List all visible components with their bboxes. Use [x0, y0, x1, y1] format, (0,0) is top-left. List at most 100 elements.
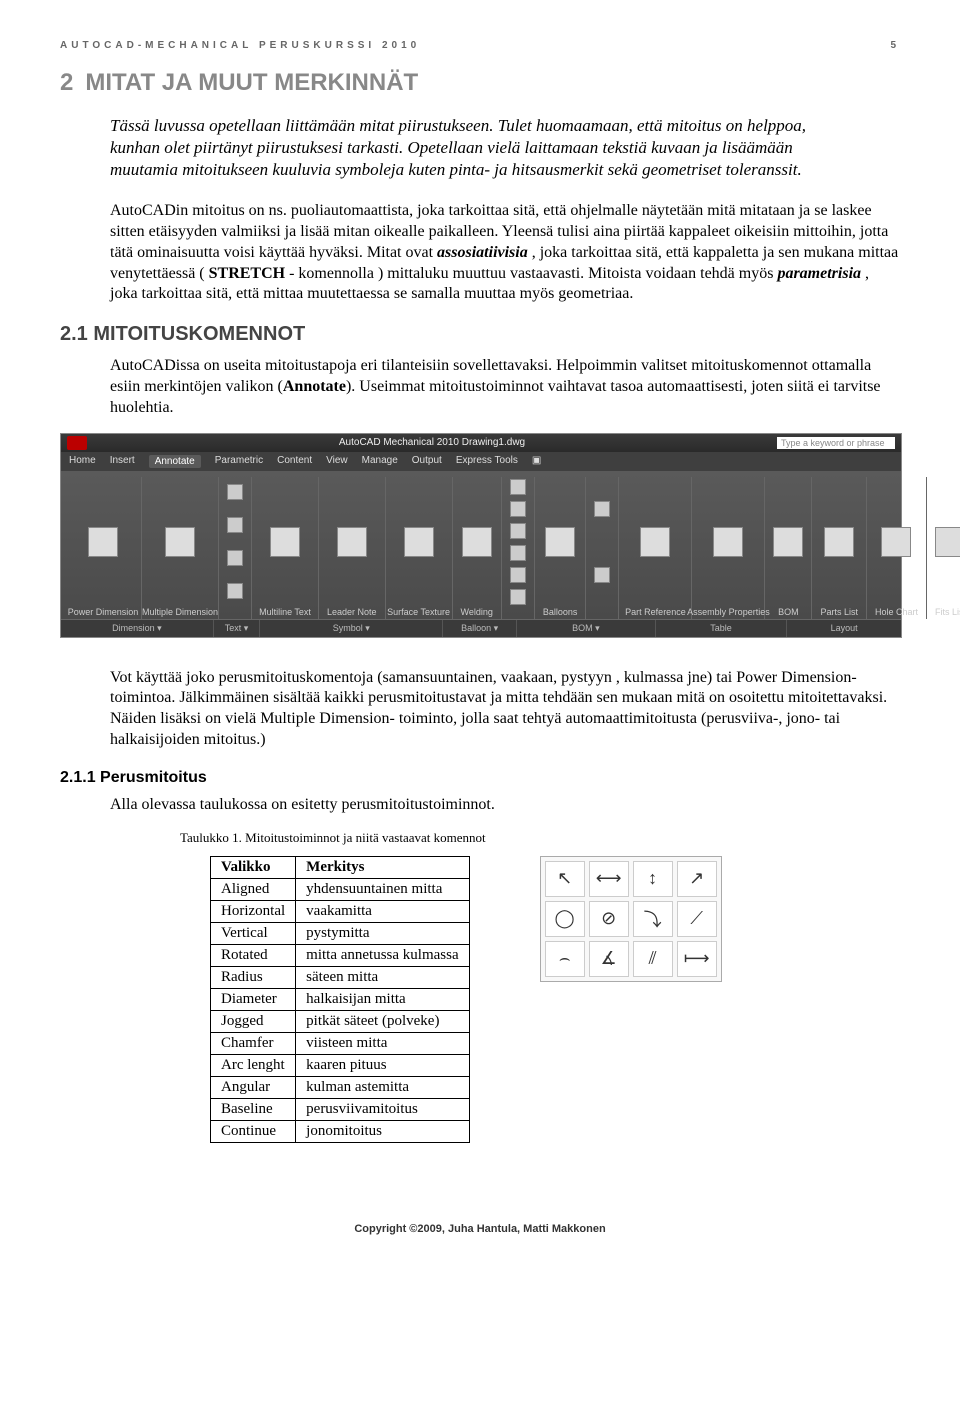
table-row: Arc lenghtkaaren pituus	[211, 1054, 470, 1076]
dim-icon-4	[227, 583, 243, 599]
sym-icon-3	[510, 523, 526, 539]
panel-leader-note[interactable]: Leader Note	[319, 477, 386, 619]
section-2-1-body-2: Vot käyttää joko perusmitoituskomentoja …	[110, 668, 900, 751]
horizontal-icon[interactable]: ⟷	[589, 861, 629, 897]
table-row: Rotatedmitta annetussa kulmassa	[211, 944, 470, 966]
page-footer: Copyright ©2009, Juha Hantula, Matti Mak…	[60, 1223, 900, 1235]
bom-icon	[773, 527, 803, 557]
ribbon-titlebar: AutoCAD Mechanical 2010 Drawing1.dwg Typ…	[61, 434, 901, 452]
panel-footer-balloon[interactable]: Balloon ▾	[443, 620, 517, 637]
tab-overflow-icon[interactable]: ▣	[532, 455, 541, 468]
panel-welding[interactable]: Welding	[453, 477, 502, 619]
baseline-icon[interactable]: ⫽	[633, 941, 673, 977]
jogged-icon[interactable]: ⤵	[633, 901, 673, 937]
dim-icon-2	[227, 517, 243, 533]
panel-footer-dimension[interactable]: Dimension ▾	[61, 620, 214, 637]
tab-manage[interactable]: Manage	[362, 455, 398, 468]
multiline-text-icon	[270, 527, 300, 557]
table-row: Joggedpitkät säteet (polveke)	[211, 1010, 470, 1032]
dimension-commands-table: Valikko Merkitys Alignedyhdensuuntainen …	[210, 856, 470, 1143]
panel-balloon-small[interactable]	[586, 477, 619, 619]
panel-footer-symbol[interactable]: Symbol ▾	[260, 620, 443, 637]
leader-note-icon	[337, 527, 367, 557]
sym-icon-4	[510, 545, 526, 561]
panel-assembly-properties[interactable]: Assembly Properties	[692, 477, 765, 619]
arc-length-icon[interactable]: ⌢	[545, 941, 585, 977]
sym-icon-2	[510, 501, 526, 517]
assembly-properties-icon	[713, 527, 743, 557]
section-2-1-body-1: AutoCADissa on useita mitoitustapoja eri…	[110, 356, 900, 418]
panel-part-reference[interactable]: Part Reference	[619, 477, 692, 619]
sym-icon-1	[510, 479, 526, 495]
table-caption: Taulukko 1. Mitoitustoiminnot ja niitä v…	[180, 830, 900, 846]
diameter-icon[interactable]: ⊘	[589, 901, 629, 937]
panel-symbol-small[interactable]	[502, 477, 535, 619]
parts-list-icon	[824, 527, 854, 557]
chamfer-icon[interactable]: ⟋	[677, 901, 717, 937]
power-dimension-icon	[88, 527, 118, 557]
table-header-row: Valikko Merkitys	[211, 856, 470, 878]
panel-footer-text[interactable]: Text ▾	[214, 620, 260, 637]
tab-insert[interactable]: Insert	[110, 455, 135, 468]
tab-output[interactable]: Output	[412, 455, 442, 468]
panel-footer-layout[interactable]: Layout	[787, 620, 901, 637]
panel-fits-list[interactable]: Fits List	[927, 477, 960, 619]
panel-parts-list[interactable]: Parts List	[812, 477, 867, 619]
angular-icon[interactable]: ∡	[589, 941, 629, 977]
tab-content[interactable]: Content	[277, 455, 312, 468]
page-header: AUTOCAD-MECHANICAL PERUSKURSSI 2010 5	[60, 40, 900, 51]
multiple-dimension-icon	[165, 527, 195, 557]
tab-parametric[interactable]: Parametric	[215, 455, 263, 468]
aligned-icon[interactable]: ↖	[545, 861, 585, 897]
header-title: AUTOCAD-MECHANICAL PERUSKURSSI 2010	[60, 40, 420, 51]
balloon-icon-1	[594, 501, 610, 517]
panel-multiple-dimension[interactable]: Multiple Dimension	[142, 477, 219, 619]
search-input[interactable]: Type a keyword or phrase	[777, 437, 895, 449]
tab-express-tools[interactable]: Express Tools	[456, 455, 518, 468]
table-row: Horizontalvaakamitta	[211, 900, 470, 922]
table-row: Radiussäteen mitta	[211, 966, 470, 988]
table-row: Alignedyhdensuuntainen mitta	[211, 878, 470, 900]
ribbon-tabs: Home Insert Annotate Parametric Content …	[61, 452, 901, 471]
table-row: Baselineperusviivamitoitus	[211, 1098, 470, 1120]
table-row: Angularkulman astemitta	[211, 1076, 470, 1098]
tab-annotate[interactable]: Annotate	[149, 455, 201, 468]
rotated-icon[interactable]: ↗	[677, 861, 717, 897]
panel-power-dimension[interactable]: Power Dimension	[65, 477, 142, 619]
table-row: Chamferviisteen mitta	[211, 1032, 470, 1054]
hole-chart-icon	[881, 527, 911, 557]
panel-balloons[interactable]: Balloons	[535, 477, 587, 619]
part-reference-icon	[640, 527, 670, 557]
section-2-1-1-heading: 2.1.1 Perusmitoitus	[60, 769, 900, 787]
ribbon-screenshot: AutoCAD Mechanical 2010 Drawing1.dwg Typ…	[60, 433, 902, 638]
dimension-toolbar-icons: ↖ ⟷ ↕ ↗ ◯ ⊘ ⤵ ⟋ ⌢ ∡ ⫽ ⟼	[540, 856, 722, 982]
section-2-1-heading: 2.1 MITOITUSKOMENNOT	[60, 323, 900, 346]
panel-multiline-text[interactable]: Multiline Text	[252, 477, 319, 619]
balloons-icon	[545, 527, 575, 557]
section-2-heading: 2MITAT JA MUUT MERKINNÄT	[60, 69, 900, 97]
table-header-valikko: Valikko	[211, 856, 296, 878]
radius-icon[interactable]: ◯	[545, 901, 585, 937]
tab-view[interactable]: View	[326, 455, 348, 468]
app-menu-icon[interactable]	[67, 436, 87, 450]
panel-footer-table[interactable]: Table	[656, 620, 788, 637]
section-2-body: AutoCADin mitoitus on ns. puoliautomaatt…	[110, 201, 900, 305]
continue-icon[interactable]: ⟼	[677, 941, 717, 977]
ribbon-body: Power Dimension Multiple Dimension Multi…	[61, 471, 901, 619]
panel-footer-bom[interactable]: BOM ▾	[517, 620, 656, 637]
vertical-icon[interactable]: ↕	[633, 861, 673, 897]
panel-hole-chart[interactable]: Hole Chart	[867, 477, 927, 619]
tab-home[interactable]: Home	[69, 455, 96, 468]
section-2-1-1-body: Alla olevassa taulukossa on esitetty per…	[110, 795, 900, 816]
section-2-intro: Tässä luvussa opetellaan liittämään mita…	[110, 115, 850, 181]
panel-dimension-small[interactable]	[219, 477, 252, 619]
app-title: AutoCAD Mechanical 2010 Drawing1.dwg	[339, 437, 525, 448]
panel-bom[interactable]: BOM	[765, 477, 812, 619]
panel-surface-texture[interactable]: Surface Texture	[386, 477, 453, 619]
table-row: Verticalpystymitta	[211, 922, 470, 944]
dim-icon-3	[227, 550, 243, 566]
table-header-merkitys: Merkitys	[296, 856, 469, 878]
fits-list-icon	[935, 527, 960, 557]
table-row: Diameterhalkaisijan mitta	[211, 988, 470, 1010]
balloon-icon-2	[594, 567, 610, 583]
